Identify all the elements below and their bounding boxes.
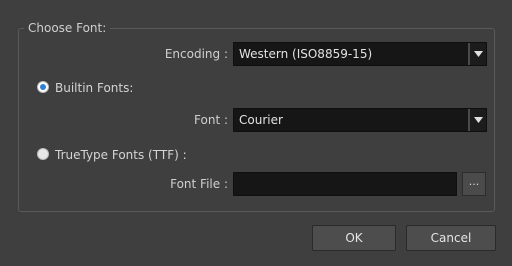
font-file-label: Font File : [170,177,228,191]
chevron-down-icon [474,117,483,123]
font-dialog: Choose Font: Encoding : Western (ISO8859… [0,0,512,266]
chevron-down-icon [474,51,483,57]
builtin-fonts-radio[interactable] [37,81,49,93]
truetype-fonts-option[interactable]: TrueType Fonts (TTF) : [37,145,257,165]
builtin-fonts-option[interactable]: Builtin Fonts: [37,78,237,98]
encoding-label: Encoding : [164,47,228,61]
font-value: Courier [239,113,283,127]
truetype-fonts-radio[interactable] [37,148,49,160]
ok-button[interactable]: OK [312,225,396,251]
font-file-input[interactable] [233,172,457,196]
builtin-fonts-label: Builtin Fonts: [55,81,134,95]
font-dropdown-button[interactable] [468,109,486,131]
font-label: Font : [194,113,228,127]
browse-button[interactable]: ... [462,172,486,196]
encoding-value: Western (ISO8859-15) [239,47,373,61]
encoding-dropdown-button[interactable] [468,43,486,65]
encoding-combo[interactable]: Western (ISO8859-15) [233,42,487,66]
cancel-button[interactable]: Cancel [406,225,496,251]
font-combo[interactable]: Courier [233,108,487,132]
group-title: Choose Font: [24,18,111,38]
truetype-fonts-label: TrueType Fonts (TTF) : [55,148,187,162]
